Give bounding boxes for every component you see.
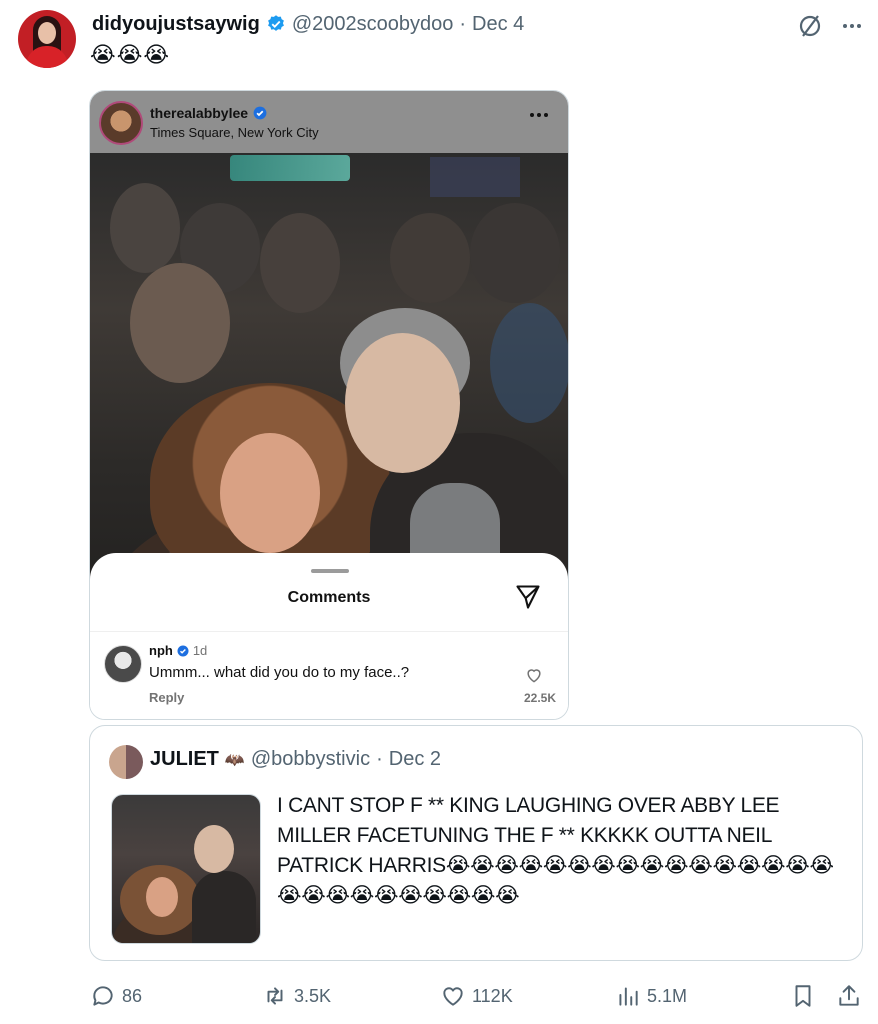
ig-header: therealabbylee Times Square, New York Ci… — [90, 91, 568, 153]
reply-button[interactable]: 86 — [90, 982, 142, 1010]
comment-text: Ummm... what did you do to my face..? — [149, 664, 410, 681]
retweet-button[interactable]: 3.5K — [262, 982, 331, 1010]
comment-username: nph 1d — [149, 643, 207, 658]
quoted-tweet[interactable]: JULIET 🦇 @bobbystivic · Dec 2 I CANT STO… — [89, 725, 863, 961]
views-count: 5.1M — [647, 985, 688, 1006]
reply-icon — [93, 986, 113, 1006]
author-handle[interactable]: @2002scoobydoo — [292, 13, 454, 36]
ig-username-text: therealabbylee — [150, 105, 249, 121]
send-icon — [516, 585, 540, 609]
bookmark-icon — [795, 985, 811, 1007]
like-count: 112K — [472, 985, 513, 1006]
views-button[interactable]: 5.1M — [615, 982, 687, 1010]
tweet-date[interactable]: Dec 4 — [472, 13, 524, 36]
ig-more-icon — [530, 113, 548, 117]
quote-handle[interactable]: @bobbystivic — [251, 748, 370, 771]
tweet-header: didyoujustsaywig @2002scoobydoo · Dec 4 — [92, 10, 524, 38]
share-button[interactable] — [836, 982, 862, 1010]
divider — [90, 631, 568, 632]
grab-handle — [311, 569, 349, 573]
ig-verified-icon — [253, 106, 267, 120]
quote-avatar[interactable] — [109, 745, 143, 779]
ig-avatar — [99, 101, 143, 145]
heart-icon — [527, 669, 541, 683]
quote-separator: · — [376, 748, 383, 770]
quote-thumbnail[interactable] — [111, 794, 261, 944]
ig-location: Times Square, New York City — [150, 125, 319, 140]
quote-date[interactable]: Dec 2 — [389, 748, 441, 771]
quote-text: I CANT STOP F ** KING LAUGHING OVER ABBY… — [277, 794, 834, 907]
comment-verified-icon — [177, 645, 189, 656]
quote-display-name[interactable]: JULIET — [150, 748, 219, 771]
reply-count: 86 — [122, 985, 143, 1006]
like-icon — [443, 987, 463, 1006]
comment-reply-label: Reply — [149, 690, 185, 705]
separator: · — [459, 12, 467, 35]
comment-time: 1d — [192, 643, 208, 658]
author-display-name[interactable]: didyoujustsaywig — [92, 13, 260, 36]
tweet-text: 😭😭😭 — [90, 42, 171, 67]
comment-like-count: 22.5K — [523, 691, 556, 705]
ig-username: therealabbylee — [150, 105, 267, 121]
grok-icon[interactable] — [796, 12, 824, 40]
comments-title: Comments — [287, 589, 371, 606]
bat-emoji: 🦇 — [224, 751, 245, 769]
bookmark-button[interactable] — [790, 982, 816, 1010]
ig-comments-sheet: Comments nph 1d Ummm... what did you do … — [90, 553, 568, 719]
share-icon — [839, 985, 859, 1006]
retweet-icon — [267, 987, 283, 1005]
retweet-count: 3.5K — [294, 985, 332, 1006]
media-image[interactable]: therealabbylee Times Square, New York Ci… — [89, 90, 569, 720]
author-avatar[interactable] — [18, 10, 76, 68]
like-button[interactable]: 112K — [440, 982, 513, 1010]
comment-username-text: nph — [149, 643, 173, 658]
views-icon — [619, 987, 638, 1006]
comment-avatar — [104, 645, 142, 683]
verified-icon — [267, 15, 284, 31]
quote-header: JULIET 🦇 @bobbystivic · Dec 2 — [150, 748, 441, 771]
more-icon[interactable] — [838, 12, 866, 40]
